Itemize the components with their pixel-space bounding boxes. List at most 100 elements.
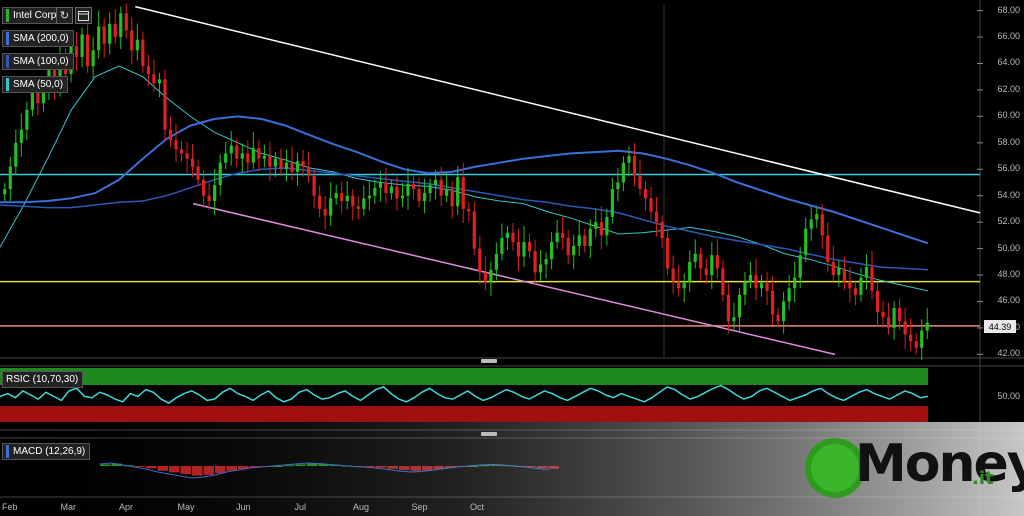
candle-body	[97, 26, 101, 51]
candle-body	[920, 330, 924, 348]
candle-body	[268, 156, 272, 167]
candle-body	[400, 195, 405, 199]
candle-body	[467, 208, 471, 212]
indicator-tag-rsic[interactable]: RSIC (10,70,30)	[2, 371, 84, 388]
candle-body	[202, 179, 206, 196]
candle-body	[522, 241, 526, 257]
candle-body	[494, 253, 498, 270]
candle-body	[279, 158, 283, 170]
candle-body	[500, 238, 504, 254]
candle-body	[185, 153, 189, 159]
candle-body	[384, 182, 388, 194]
candle-body	[318, 195, 322, 209]
candle-body	[422, 193, 427, 201]
candle-body	[301, 161, 305, 167]
candle-body	[378, 182, 382, 188]
candle-body	[870, 267, 874, 291]
candle-body	[804, 228, 808, 256]
candle-body	[190, 158, 195, 167]
candle-body	[864, 267, 869, 278]
candle-body	[533, 251, 537, 273]
candle-body	[135, 39, 139, 51]
price-axis-tick: 66.00	[997, 31, 1020, 42]
price-axis-tick: 42.00	[997, 348, 1020, 359]
candle-body	[527, 241, 532, 252]
time-axis-tick: Feb	[2, 502, 18, 512]
candle-body	[572, 245, 576, 256]
candle-body	[638, 175, 642, 190]
pane-resize-handle-rsi[interactable]	[481, 359, 497, 363]
candle-body	[450, 189, 454, 207]
candle-body	[174, 140, 178, 150]
candle-body	[224, 153, 228, 163]
candle-body	[80, 34, 84, 57]
candle-body	[411, 183, 416, 190]
candle-body	[555, 232, 559, 242]
candle-body	[594, 222, 598, 229]
price-axis-tick: 64.00	[997, 57, 1020, 68]
candle-body	[815, 214, 819, 220]
candle-body	[323, 208, 327, 216]
candle-body	[306, 166, 311, 176]
candle-body	[693, 253, 697, 262]
watermark-suffix: .it	[972, 468, 994, 489]
candle-body	[141, 39, 145, 67]
candle-body	[688, 261, 692, 282]
indicator-tag-sma100[interactable]: SMA (100,0)	[2, 53, 74, 70]
calendar-icon[interactable]	[75, 7, 92, 24]
candle-body	[373, 187, 377, 196]
calendar-glyph	[78, 11, 89, 21]
pane-resize-handle-macd[interactable]	[481, 432, 497, 436]
price-axis-tick: 54.00	[997, 189, 1020, 200]
symbol-label[interactable]: Intel Corp	[2, 7, 62, 24]
candle-body	[875, 290, 880, 313]
candle-body	[351, 195, 355, 207]
candle-body	[345, 195, 349, 201]
candle-body	[588, 228, 592, 246]
candle-body	[478, 248, 482, 273]
price-axis-tick: 56.00	[997, 163, 1020, 174]
candle-body	[312, 175, 316, 196]
candle-body	[743, 281, 747, 295]
price-axis-tick: 68.00	[997, 4, 1020, 15]
candle-body	[737, 294, 742, 318]
candle-body	[417, 189, 421, 201]
candle-body	[168, 129, 173, 141]
candle-body	[251, 148, 255, 163]
candle-body	[643, 189, 648, 199]
indicator-tag-sma50[interactable]: SMA (50,0)	[2, 76, 69, 93]
watermark-text: Money	[855, 434, 1024, 494]
candle-body	[782, 301, 786, 322]
candle-body	[726, 294, 730, 322]
candle-body	[290, 162, 294, 172]
candle-body	[218, 162, 222, 186]
candle-body	[102, 26, 106, 44]
time-axis-tick: Apr	[119, 502, 134, 512]
indicator-tag-macd[interactable]: MACD (12,26,9)	[2, 443, 91, 460]
candle-body	[577, 235, 581, 246]
candle-body	[213, 185, 217, 201]
candle-body	[793, 277, 797, 289]
candle-body	[8, 166, 12, 190]
candle-body	[898, 308, 902, 322]
candle-body	[489, 269, 493, 282]
candle-body	[273, 158, 278, 167]
symbol-name: Intel Corp	[13, 10, 57, 21]
candle-body	[544, 259, 548, 265]
time-axis-tick: Sep	[411, 502, 428, 512]
sma200-label: SMA (200,0)	[13, 33, 69, 44]
candle-body	[367, 195, 371, 199]
time-axis-tick: Jun	[236, 502, 251, 512]
refresh-icon[interactable]: ↻	[56, 7, 73, 24]
candle-body	[395, 186, 399, 199]
candle-body	[240, 153, 244, 159]
indicator-tag-sma200[interactable]: SMA (200,0)	[2, 30, 74, 47]
candle-body	[566, 238, 570, 256]
candle-body	[671, 268, 675, 282]
candle-body	[770, 290, 775, 315]
candle-body	[284, 162, 289, 170]
time-axis-tick: Aug	[353, 502, 370, 512]
candle-body	[472, 211, 476, 249]
candle-body	[25, 109, 29, 130]
candle-body	[715, 255, 719, 269]
